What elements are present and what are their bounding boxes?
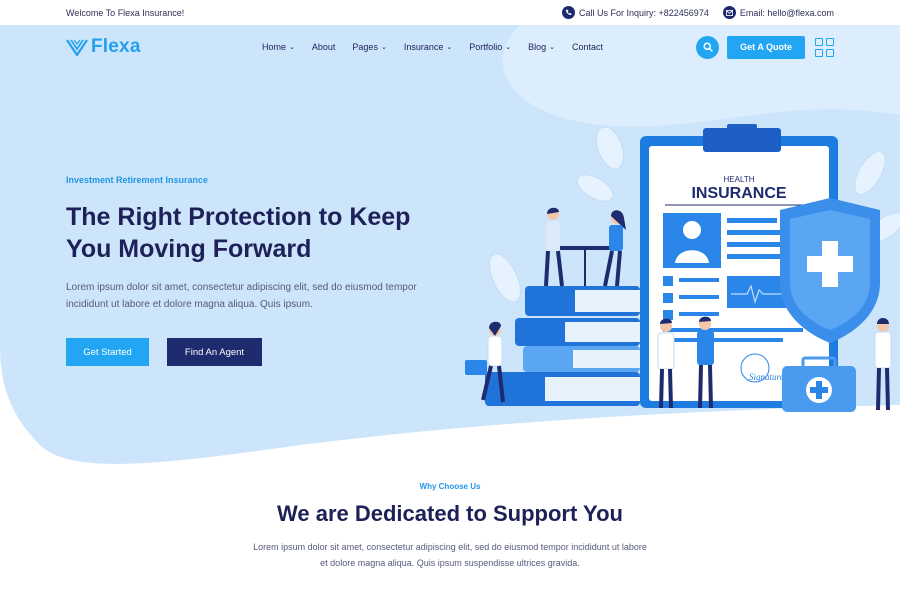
- card-insurance-text: INSURANCE: [691, 185, 786, 202]
- health-insurance-illustration: HEALTH INSURANCE Signature: [465, 124, 900, 412]
- nav-label: Blog: [528, 42, 547, 52]
- find-agent-button[interactable]: Find An Agent: [167, 338, 262, 366]
- nav-label: Home: [262, 42, 287, 52]
- nav-item-insurance[interactable]: Insurance ⌄: [404, 42, 452, 52]
- email-contact[interactable]: Email: hello@flexa.com: [722, 6, 834, 19]
- main-nav: Flexa Home ⌄ About Pages ⌄ Insurance ⌄ Port…: [66, 33, 834, 61]
- signature-text: Signature: [749, 372, 784, 382]
- nav-item-portfolio[interactable]: Portfolio ⌄: [469, 42, 511, 52]
- hero-subtext: Lorem ipsum dolor sit amet, consectetur …: [66, 282, 417, 310]
- nav-item-home[interactable]: Home ⌄: [262, 42, 295, 52]
- chevron-down-icon: ⌄: [380, 44, 387, 51]
- headline-line-1: The Right Protection to Keep: [66, 203, 411, 231]
- nav-actions: Get A Quote: [696, 35, 834, 59]
- chevron-down-icon: ⌄: [289, 44, 295, 51]
- nav-label: Insurance: [403, 42, 444, 52]
- card-health-text: HEALTH: [724, 175, 755, 184]
- email-text: Email: hello@flexa.com: [739, 7, 834, 18]
- logo-text: Flexa: [91, 36, 141, 57]
- top-bar: Welcome To Flexa Insurance! Call Us For …: [0, 0, 900, 25]
- nav-item-pages[interactable]: Pages ⌄: [352, 42, 386, 52]
- nav-label: Contact: [572, 42, 604, 52]
- logo-shield-icon: [66, 39, 88, 56]
- hero-eyebrow: Investment Retirement Insurance: [66, 175, 209, 185]
- welcome-text: Welcome To Flexa Insurance!: [66, 7, 185, 18]
- phone-text: Call Us For Inquiry: +822456974: [579, 7, 709, 18]
- section-eyebrow: Why Choose Us: [419, 482, 481, 491]
- grid-menu-icon[interactable]: [815, 37, 834, 57]
- nav-label: Pages: [352, 42, 378, 52]
- get-quote-button[interactable]: Get A Quote: [727, 35, 805, 59]
- nav-label: About: [311, 42, 336, 52]
- why-choose-us-section: Why Choose Us We are Dedicated to Suppor…: [0, 482, 900, 571]
- nav-label: Portfolio: [469, 42, 503, 52]
- section-title: We are Dedicated to Support You: [277, 501, 623, 526]
- phone-icon: [562, 6, 575, 19]
- section-subtext: Lorem ipsum dolor sit amet, consectetur …: [253, 542, 647, 568]
- hero-buttons: Get Started Find An Agent: [66, 338, 446, 366]
- chevron-down-icon: ⌄: [505, 44, 512, 51]
- mail-icon: [722, 6, 736, 19]
- search-button[interactable]: [696, 35, 720, 59]
- logo[interactable]: Flexa: [66, 36, 262, 58]
- nav-menu: Home ⌄ About Pages ⌄ Insurance ⌄ Portfolio ⌄…: [262, 42, 620, 52]
- nav-item-about[interactable]: About: [312, 42, 336, 52]
- search-icon: [703, 42, 713, 52]
- headline-line-2: You Moving Forward: [66, 235, 312, 263]
- get-started-button[interactable]: Get Started: [66, 338, 149, 366]
- nav-item-contact[interactable]: Contact: [572, 42, 603, 52]
- hero-content: Investment Retirement Insurance The Righ…: [66, 175, 446, 366]
- chevron-down-icon: ⌄: [549, 44, 556, 51]
- hero-headline: The Right Protection to Keep You Moving …: [66, 201, 446, 265]
- chevron-down-icon: ⌄: [446, 44, 453, 51]
- phone-contact[interactable]: Call Us For Inquiry: +822456974: [562, 6, 709, 19]
- nav-item-blog[interactable]: Blog ⌄: [528, 42, 555, 52]
